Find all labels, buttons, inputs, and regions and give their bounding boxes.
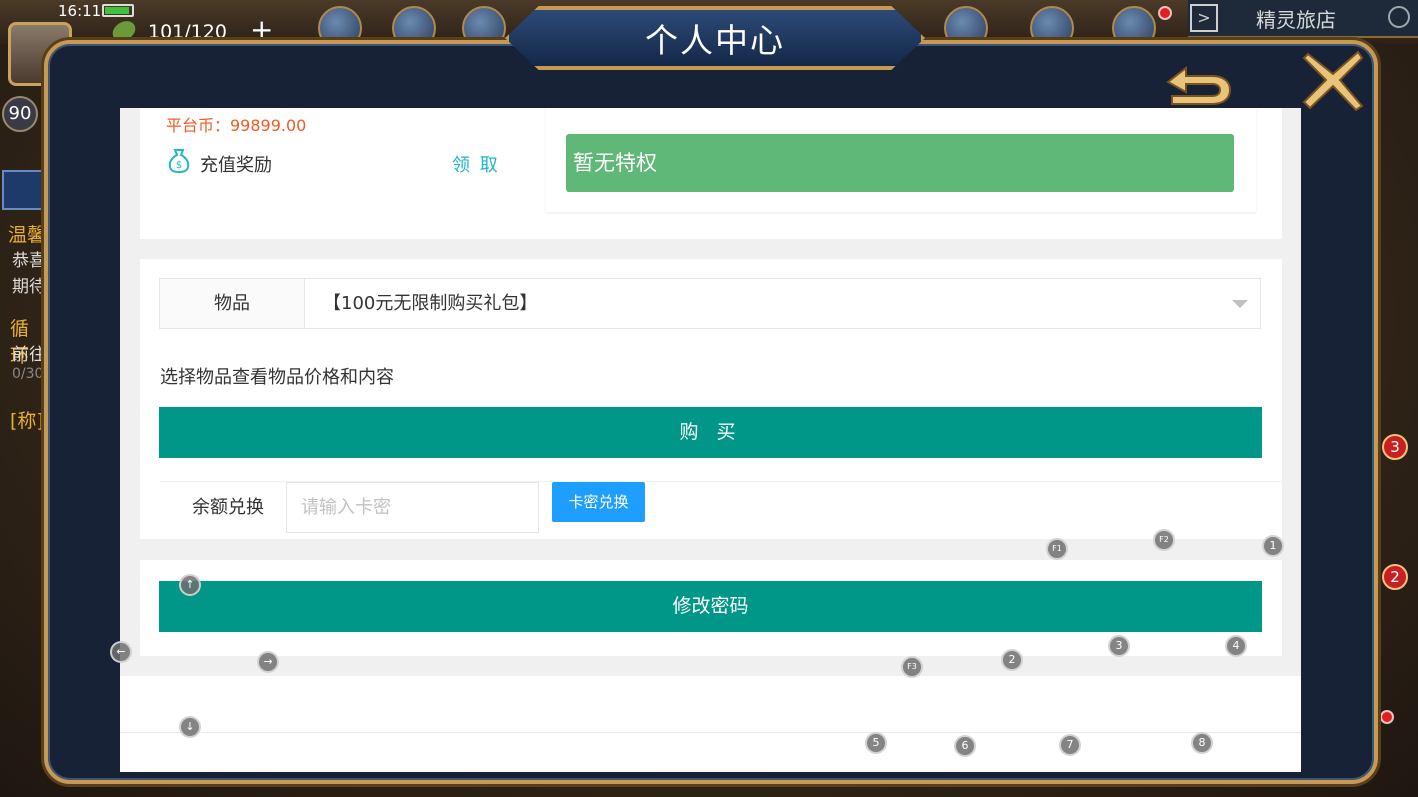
quest-text: 温馨	[8, 224, 47, 246]
web-content-panel: 平台币：99899.00 $ 充值奖励 领 取 暂无特权 物品 【100元无限制…	[120, 108, 1301, 772]
notification-dot	[1380, 710, 1394, 724]
key-7-marker[interactable]: 7	[1059, 734, 1081, 756]
item-select-row: 物品 【100元无限制购买礼包】	[159, 278, 1261, 329]
item-select[interactable]: 【100元无限制购买礼包】	[305, 279, 1260, 328]
quest-text: 恭喜	[12, 251, 46, 271]
left-quest-strip: 温馨 恭喜 期待 循环 前往 0/30 [称]	[0, 190, 46, 450]
key-3-marker[interactable]: 3	[1108, 635, 1130, 657]
quest-text: 期待	[12, 277, 46, 297]
dialog-title: 个人中心	[645, 21, 785, 60]
key-left-marker[interactable]: ←	[110, 641, 132, 663]
claim-reward-link[interactable]: 领 取	[452, 151, 500, 177]
tool-icon[interactable]	[2, 170, 44, 210]
bottom-area	[120, 676, 1301, 772]
item-hint-text: 选择物品查看物品价格和内容	[160, 367, 394, 388]
account-card: 平台币：99899.00 $ 充值奖励 领 取 暂无特权	[140, 108, 1282, 239]
key-right-marker[interactable]: →	[257, 651, 279, 673]
shop-label[interactable]: 精灵旅店	[1256, 4, 1336, 33]
item-label: 物品	[160, 279, 305, 328]
key-down-marker[interactable]: ↓	[179, 716, 201, 738]
clock-time: 16:11	[58, 2, 102, 20]
privilege-status: 暂无特权	[566, 134, 1234, 192]
badge-2: 2	[1382, 564, 1408, 590]
key-5-marker[interactable]: 5	[865, 732, 887, 754]
quest-text: 0/30	[12, 366, 44, 382]
add-stamina-button[interactable]: +	[250, 16, 273, 44]
search-icon[interactable]	[1388, 6, 1410, 28]
player-level: 90	[2, 96, 38, 132]
quest-text: [称]	[10, 410, 44, 432]
key-f1-marker[interactable]: F1	[1046, 538, 1068, 560]
battery-icon	[102, 4, 134, 17]
key-1-marker[interactable]: 1	[1262, 535, 1284, 557]
expand-arrow-icon[interactable]: >	[1190, 4, 1218, 32]
platform-coin-balance: 平台币：99899.00	[166, 116, 307, 135]
money-bag-icon: $	[168, 149, 190, 174]
balance-redeem-label: 余额兑换	[192, 497, 264, 518]
quest-text: 前往	[12, 345, 46, 365]
svg-text:$: $	[176, 160, 182, 171]
purchase-card: 物品 【100元无限制购买礼包】 选择物品查看物品价格和内容 购 买 余额兑换 …	[140, 259, 1282, 539]
card-code-input[interactable]	[286, 482, 539, 533]
buy-button[interactable]: 购 买	[159, 407, 1262, 458]
key-f2-marker[interactable]: F2	[1153, 529, 1175, 551]
key-8-marker[interactable]: 8	[1191, 732, 1213, 754]
key-2-marker[interactable]: 2	[1001, 649, 1023, 671]
badge-3: 3	[1382, 434, 1408, 460]
divider	[120, 732, 1301, 733]
chevron-down-icon[interactable]	[1232, 300, 1248, 308]
close-x-icon[interactable]	[1300, 48, 1366, 112]
item-selected-value[interactable]: 【100元无限制购买礼包】	[323, 279, 537, 328]
notification-dot	[1158, 6, 1172, 20]
key-f3-marker[interactable]: F3	[901, 656, 923, 678]
card-redeem-button[interactable]: 卡密兑换	[552, 482, 645, 522]
privilege-panel: 暂无特权	[546, 108, 1256, 212]
key-4-marker[interactable]: 4	[1225, 635, 1247, 657]
change-password-button[interactable]: 修改密码	[159, 581, 1262, 632]
back-arrow-icon[interactable]	[1158, 56, 1240, 108]
key-6-marker[interactable]: 6	[954, 735, 976, 757]
key-up-marker[interactable]: ↑	[179, 574, 201, 596]
recharge-reward-label: 充值奖励	[200, 155, 272, 176]
